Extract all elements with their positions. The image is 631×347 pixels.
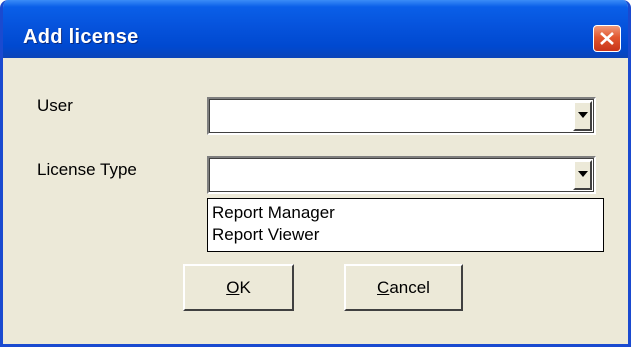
close-icon xyxy=(600,32,614,45)
license-type-dropdown-list: Report Manager Report Viewer xyxy=(207,198,604,252)
user-dropdown-button[interactable] xyxy=(573,101,592,131)
close-button[interactable] xyxy=(593,25,621,52)
cancel-button[interactable]: Cancel xyxy=(344,264,463,311)
dropdown-option-report-viewer[interactable]: Report Viewer xyxy=(208,224,603,246)
title-bar[interactable]: Add license xyxy=(3,0,628,58)
ok-label: K xyxy=(239,278,251,297)
chevron-down-icon xyxy=(578,112,588,118)
license-type-label: License Type xyxy=(37,160,137,179)
dialog-title: Add license xyxy=(23,26,139,48)
ok-button[interactable]: OK xyxy=(183,264,294,311)
add-license-dialog: Add license User License Type Report Man… xyxy=(0,0,631,347)
license-type-dropdown-button[interactable] xyxy=(573,160,592,190)
chevron-down-icon xyxy=(578,171,588,177)
ok-mnemonic: O xyxy=(226,278,240,297)
dropdown-option-report-manager[interactable]: Report Manager xyxy=(208,199,603,224)
user-label: User xyxy=(37,96,73,115)
cancel-mnemonic: C xyxy=(377,278,390,297)
cancel-label: ancel xyxy=(389,278,430,297)
license-type-combobox[interactable] xyxy=(207,156,596,194)
dialog-body: User License Type Report Manager Report … xyxy=(3,58,628,344)
user-combobox[interactable] xyxy=(207,97,596,135)
